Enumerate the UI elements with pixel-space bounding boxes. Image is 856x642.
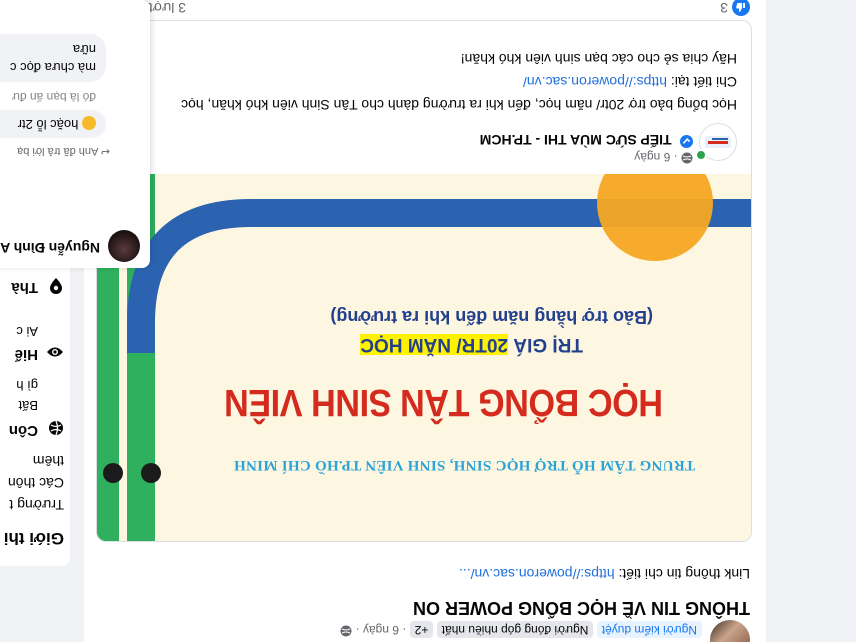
comment-faded: đó là bạn ấn đư <box>11 90 96 104</box>
author-badges: Người kiểm duyệt Người đóng góp nhiều nh… <box>340 621 702 638</box>
group-post-card: Người kiểm duyệt Người đóng góp nhiều nh… <box>84 0 766 642</box>
comment-popup: Nguyễn Đình A ↩ Anh đã trả lời bạ hoặc l… <box>0 0 150 268</box>
shared-line-2: Chi tiết tại: https://poweron.sac.vn/ <box>523 74 737 90</box>
online-dot <box>695 149 707 161</box>
about-item-desc: Bất gì h <box>16 378 38 413</box>
reply-hint: ↩ Anh đã trả lời bạ <box>17 145 110 157</box>
post-time[interactable]: 6 ngày <box>363 623 399 637</box>
shared-post-link[interactable]: https://poweron.sac.vn/ <box>523 74 667 90</box>
banner-value: TRỊ GIÁ 20TR/ NĂM HỌC <box>360 334 583 355</box>
badge-top-contributor[interactable]: Người đóng góp nhiều nhất <box>436 621 594 638</box>
scholarship-banner[interactable]: TRUNG TÂM HỖ TRỢ HỌC SINH, SINH VIÊN TP.… <box>97 174 751 541</box>
about-text: Trường t Các thôn thêm <box>7 453 64 513</box>
about-heading: Giới thi <box>3 529 64 548</box>
badge-more[interactable]: +2 <box>409 621 434 638</box>
author-avatar[interactable] <box>710 620 750 642</box>
commenter-avatar[interactable] <box>108 230 140 262</box>
about-item-title: Hiể <box>14 346 38 363</box>
banner-note: (Bảo trợ hằng năm đến khi ra trường) <box>330 307 653 327</box>
time-separator: · <box>355 623 360 637</box>
badge-moderator[interactable]: Người kiểm duyệt <box>596 621 702 638</box>
like-count[interactable]: 3 <box>720 0 728 16</box>
post-body-link[interactable]: https://poweron.sac.vn/... <box>459 566 615 582</box>
post-time-separator: · <box>402 623 407 637</box>
globe-icon <box>48 415 64 436</box>
shared-line-1: Học bổng bảo trợ 20tr/ năm học, đến khi … <box>181 97 737 113</box>
like-icon[interactable] <box>732 0 750 16</box>
share-count[interactable]: 3 lượt <box>149 0 186 16</box>
about-item-desc: Ai c <box>16 324 38 339</box>
banner-title: HỌC BỔNG TÂN SINH VIÊN <box>224 381 663 423</box>
about-item-title: Thà <box>11 279 38 296</box>
globe-icon <box>340 622 352 637</box>
shared-post-text: Học bổng bảo trợ 20tr/ năm học, đến khi … <box>97 47 751 116</box>
shared-author-name[interactable]: TIẾP SỨC MÙA THI - TP.HCM <box>480 132 672 148</box>
post-title: THÔNG TIN VỀ HỌC BỔNG POWER ON <box>412 598 750 618</box>
comment-bubble-reply: hoặc lỗ 2tr <box>0 110 106 138</box>
post-footer: 3 3 lượt <box>84 0 766 22</box>
commenter-name[interactable]: Nguyễn Đình A <box>0 240 100 256</box>
location-pin-icon <box>50 273 62 294</box>
verified-badge-icon <box>680 130 693 148</box>
shared-author-name-row: TIẾP SỨC MÙA THI - TP.HCM <box>480 130 693 148</box>
globe-icon <box>681 149 693 164</box>
about-item-title: Côn <box>8 422 38 439</box>
post-body-prefix: Link thông tin chi tiết: <box>614 566 750 582</box>
eye-icon <box>46 340 64 359</box>
shared-line-3: Hãy chia sẻ cho các bạn sinh viên khó kh… <box>460 51 737 67</box>
comment-bubble-top: mà chưa đọc c nữa <box>0 34 106 82</box>
reply-arrow-icon: ↩ <box>100 145 110 157</box>
shared-author-meta: · 6 ngày <box>634 149 693 164</box>
banner-value-highlight: 20TR/ NĂM HỌC <box>360 334 509 355</box>
shared-post-time[interactable]: 6 ngày <box>634 150 670 164</box>
post-body: Link thông tin chi tiết: https://poweron… <box>459 566 750 582</box>
banner-org: TRUNG TÂM HỖ TRỢ HỌC SINH, SINH VIÊN TP.… <box>233 457 695 473</box>
emoji-icon <box>82 116 96 131</box>
shared-post-info: · 6 ngày TIẾP SỨC MÙA THI - TP.HCM Học b… <box>97 21 751 174</box>
shared-post[interactable]: TRUNG TÂM HỖ TRỢ HỌC SINH, SINH VIÊN TP.… <box>96 20 752 542</box>
